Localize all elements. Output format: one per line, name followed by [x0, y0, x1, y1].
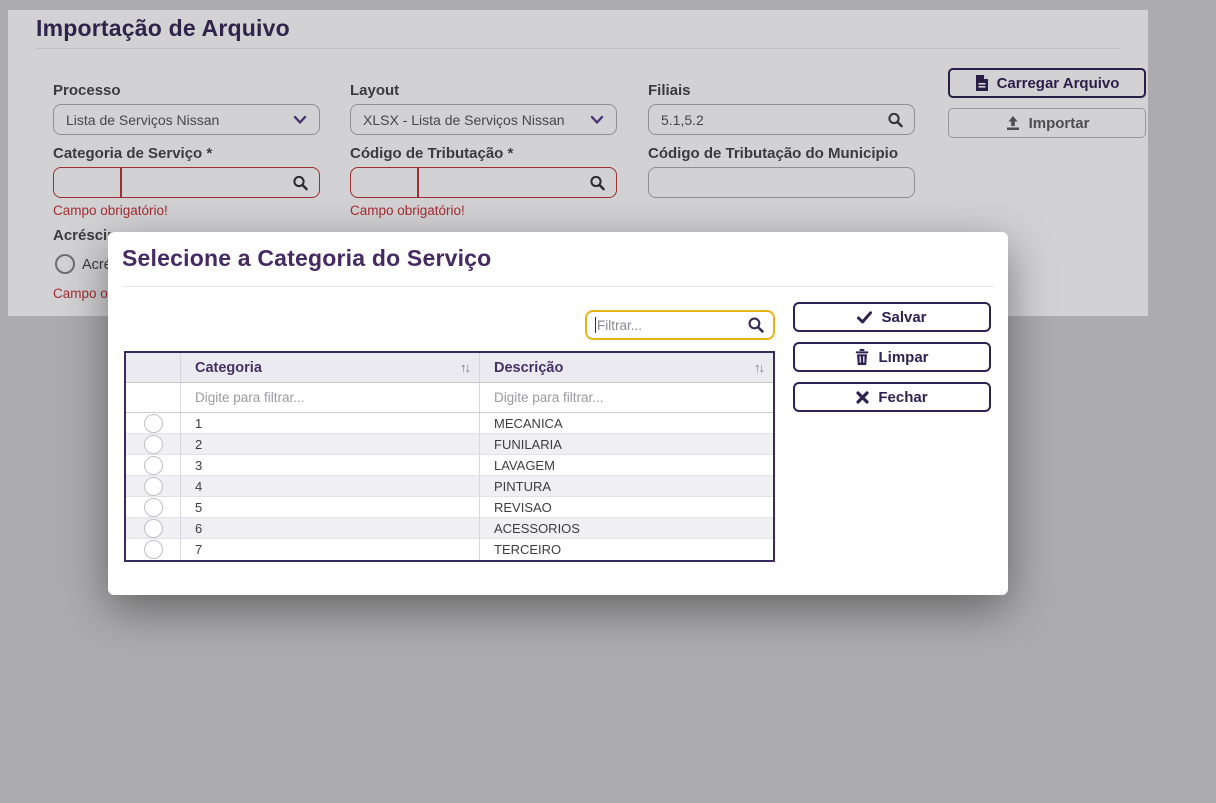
- field-sub-divider: [120, 168, 122, 197]
- search-icon[interactable]: [292, 174, 309, 191]
- categoria-cell: 1: [181, 413, 480, 433]
- fechar-button[interactable]: Fechar: [793, 382, 991, 412]
- descricao-cell: PINTURA: [494, 478, 552, 494]
- radio-column-header: [126, 353, 181, 382]
- limpar-label: Limpar: [878, 348, 929, 366]
- categoria-servico-field[interactable]: [53, 167, 320, 198]
- fechar-label: Fechar: [878, 388, 928, 406]
- table-row[interactable]: 3 LAVAGEM: [126, 455, 773, 476]
- descricao-cell: MECANICA: [494, 415, 563, 431]
- layout-value: XLSX - Lista de Serviços Nissan: [363, 111, 565, 128]
- categoria-modal: Selecione a Categoria do Serviço Salvar …: [108, 232, 1008, 595]
- categoria-servico-label: Categoria de Serviço *: [53, 145, 213, 162]
- table-row[interactable]: 1 MECANICA: [126, 413, 773, 434]
- descricao-column-header[interactable]: Descrição ↑↓: [480, 353, 773, 382]
- text-cursor: [595, 317, 596, 333]
- modal-filter-field: [585, 310, 775, 340]
- descricao-cell: TERCEIRO: [494, 542, 562, 557]
- sort-icon[interactable]: ↑↓: [460, 360, 471, 375]
- filiais-field: [648, 104, 915, 135]
- categoria-column-header[interactable]: Categoria ↑↓: [181, 353, 480, 382]
- categoria-cell: 6: [181, 518, 480, 538]
- upload-icon: [1005, 115, 1021, 131]
- descricao-filter-input[interactable]: [480, 390, 773, 405]
- table-row[interactable]: 5 REVISAO: [126, 497, 773, 518]
- categoria-cell: 2: [181, 434, 480, 454]
- trash-icon: [855, 349, 869, 365]
- row-radio[interactable]: [143, 413, 163, 433]
- importar-label: Importar: [1028, 114, 1090, 132]
- importar-button[interactable]: Importar: [948, 108, 1146, 138]
- filiais-label: Filiais: [648, 82, 691, 99]
- row-radio[interactable]: [143, 518, 163, 538]
- row-radio[interactable]: [143, 476, 163, 496]
- codigo-tributacao-label: Código de Tributação *: [350, 145, 514, 162]
- processo-select[interactable]: Lista de Serviços Nissan: [53, 104, 320, 135]
- categoria-table: Categoria ↑↓ Descrição ↑↓ 1 MECANICA: [124, 351, 775, 562]
- carregar-arquivo-label: Carregar Arquivo: [996, 74, 1120, 92]
- categoria-cell: 7: [181, 539, 480, 560]
- sort-icon[interactable]: ↑↓: [754, 360, 765, 375]
- row-radio[interactable]: [143, 540, 163, 559]
- acrescimo-radio[interactable]: [55, 254, 75, 274]
- search-icon[interactable]: [887, 111, 904, 128]
- search-icon[interactable]: [747, 316, 765, 334]
- categoria-header-label: Categoria: [195, 359, 262, 376]
- layout-select[interactable]: XLSX - Lista de Serviços Nissan: [350, 104, 617, 135]
- salvar-label: Salvar: [881, 308, 927, 326]
- processo-label: Processo: [53, 82, 121, 99]
- row-radio[interactable]: [143, 497, 163, 517]
- x-icon: [856, 390, 869, 404]
- table-row[interactable]: 6 ACESSORIOS: [126, 518, 773, 539]
- descricao-cell: LAVAGEM: [494, 457, 555, 473]
- search-icon[interactable]: [589, 174, 606, 191]
- row-radio[interactable]: [143, 434, 163, 454]
- descricao-header-label: Descrição: [494, 359, 564, 376]
- categoria-filter-input[interactable]: [181, 390, 479, 405]
- layout-label: Layout: [350, 82, 400, 99]
- processo-value: Lista de Serviços Nissan: [66, 111, 220, 128]
- codigo-municipio-field: [648, 167, 915, 198]
- codigo-municipio-label: Código de Tributação do Municipio: [648, 145, 898, 162]
- limpar-button[interactable]: Limpar: [793, 342, 991, 372]
- filter-empty-cell: [126, 383, 181, 412]
- salvar-button[interactable]: Salvar: [793, 302, 991, 332]
- codigo-municipio-input[interactable]: [661, 174, 902, 191]
- categoria-cell: 3: [181, 455, 480, 475]
- table-header-row: Categoria ↑↓ Descrição ↑↓: [126, 353, 773, 383]
- modal-title: Selecione a Categoria do Serviço: [122, 245, 492, 271]
- table-filter-row: [126, 383, 773, 413]
- categoria-cell: 5: [181, 497, 480, 517]
- modal-title-divider: [122, 286, 994, 287]
- chevron-down-icon: [590, 115, 604, 125]
- descricao-cell: FUNILARIA: [494, 436, 562, 452]
- carregar-arquivo-button[interactable]: Carregar Arquivo: [948, 68, 1146, 98]
- codigo-tributacao-field[interactable]: [350, 167, 617, 198]
- descricao-cell: ACESSORIOS: [494, 520, 580, 536]
- filiais-input[interactable]: [661, 111, 902, 128]
- table-row[interactable]: 4 PINTURA: [126, 476, 773, 497]
- import-page: Importação de Arquivo Processo Layout Fi…: [0, 0, 1216, 803]
- categoria-cell: 4: [181, 476, 480, 496]
- categoria-servico-error: Campo obrigatório!: [53, 203, 168, 218]
- codigo-tributacao-error: Campo obrigatório!: [350, 203, 465, 218]
- file-icon: [975, 75, 989, 91]
- chevron-down-icon: [293, 115, 307, 125]
- row-radio[interactable]: [143, 455, 163, 475]
- field-sub-divider: [417, 168, 419, 197]
- check-icon: [857, 310, 873, 324]
- table-row[interactable]: 2 FUNILARIA: [126, 434, 773, 455]
- title-divider: [36, 48, 1120, 49]
- table-row[interactable]: 7 TERCEIRO: [126, 539, 773, 560]
- descricao-cell: REVISAO: [494, 499, 552, 515]
- modal-filter-input[interactable]: [597, 317, 747, 333]
- page-title: Importação de Arquivo: [36, 15, 290, 41]
